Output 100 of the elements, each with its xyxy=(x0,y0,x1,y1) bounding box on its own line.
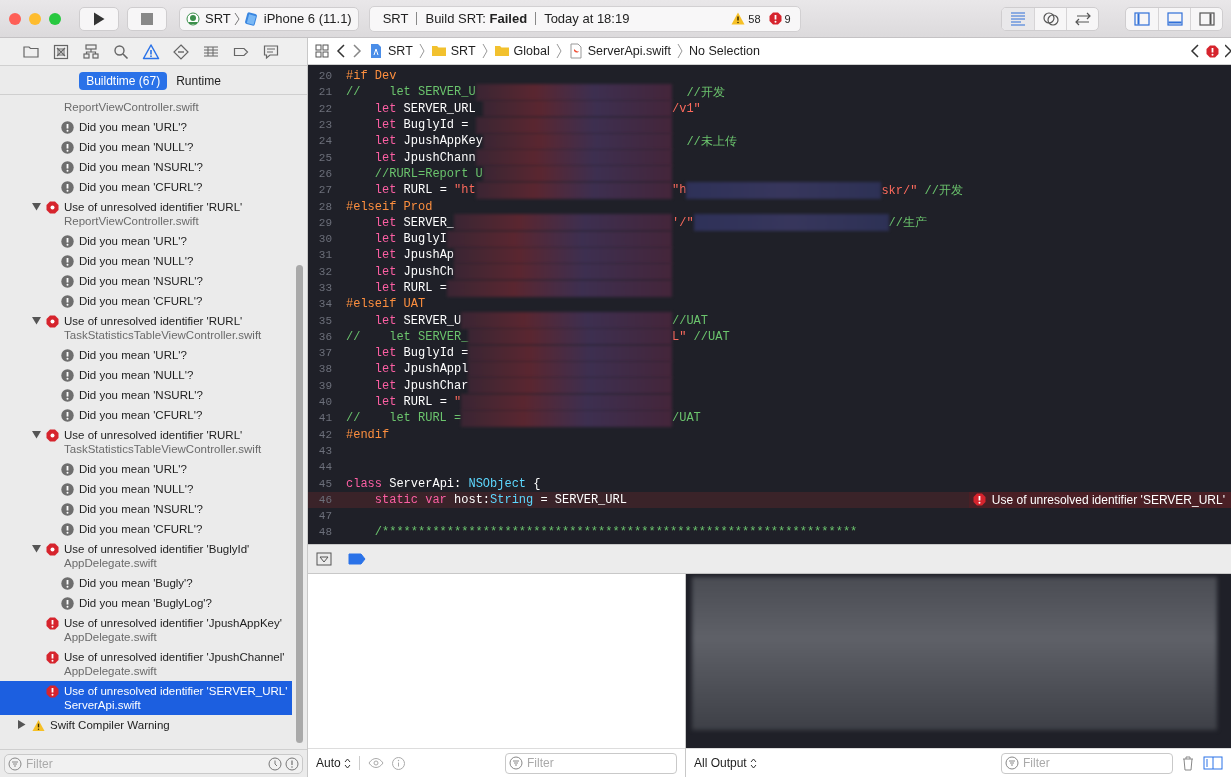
code-text: let JpushCh xyxy=(373,264,455,279)
issue-filter-tab[interactable]: Runtime xyxy=(169,72,228,90)
suggestion-item[interactable]: Did you mean 'NULL'? xyxy=(0,137,292,157)
suggestion-item[interactable]: Did you mean 'CFURL'? xyxy=(0,177,292,197)
issue-item[interactable]: Use of unresolved identifier 'SERVER_URL' ServerApi.swift xyxy=(0,681,292,715)
issue-only-icon[interactable] xyxy=(285,756,299,771)
warning-icon[interactable] xyxy=(142,42,160,61)
info-exclamation-icon xyxy=(61,577,74,590)
info-exclamation-icon xyxy=(61,483,74,496)
trash-icon[interactable] xyxy=(1181,755,1195,771)
suggestion-item[interactable]: Did you mean 'BuglyLog'? xyxy=(0,593,292,613)
suggestion-item[interactable]: Did you mean 'NSURL'? xyxy=(0,385,292,405)
suggestion-item[interactable]: Did you mean 'NULL'? xyxy=(0,479,292,499)
suggestion-item[interactable]: Did you mean 'CFURL'? xyxy=(0,405,292,425)
run-button[interactable] xyxy=(79,6,119,31)
clock-icon[interactable] xyxy=(268,756,282,771)
filter-field[interactable]: Filter xyxy=(505,752,677,774)
issue-file: TaskStatisticsTableViewController.swift xyxy=(64,328,263,342)
device-button[interactable]: iPhone 6 (11.1) xyxy=(242,11,352,26)
eye-icon[interactable] xyxy=(367,757,384,769)
hide-debug-area-icon[interactable] xyxy=(316,552,332,566)
suggestion-item[interactable]: Did you mean 'NSURL'? xyxy=(0,157,292,177)
code-text: let RURL = " xyxy=(373,395,462,410)
info-icon[interactable] xyxy=(391,756,405,770)
scope-popup[interactable]: Auto xyxy=(316,756,351,770)
suggestion-text: Did you mean 'NULL'? xyxy=(79,482,195,496)
issue-item[interactable]: Use of unresolved identifier 'JpushChannel' AppDelegate.swift xyxy=(0,647,292,681)
issue-item[interactable]: Swift Compiler Warning xyxy=(0,715,292,735)
chevron-right-icon xyxy=(481,43,488,59)
stop-button[interactable] xyxy=(127,6,167,31)
suggestion-item[interactable]: Did you mean 'URL'? xyxy=(0,117,292,137)
code-text: class ServerApi: NSObject { xyxy=(346,476,541,491)
disclosure-down-icon[interactable] xyxy=(31,315,41,325)
diamond-icon[interactable] xyxy=(172,42,190,61)
back-icon[interactable] xyxy=(336,44,346,58)
breadcrumb-item[interactable]: Global xyxy=(493,43,550,59)
line-number: 45 xyxy=(317,477,332,490)
filter-field[interactable]: Filter xyxy=(4,753,303,774)
scheme-target-button[interactable]: SRT xyxy=(186,11,231,26)
search-icon[interactable] xyxy=(112,42,130,61)
suggestion-text: Did you mean 'CFURL'? xyxy=(79,408,204,422)
issue-item[interactable]: Use of unresolved identifier 'RURL' TaskStatisticsTableViewController.swift xyxy=(0,425,292,459)
grid-icon[interactable] xyxy=(314,43,330,59)
hierarchy-icon[interactable] xyxy=(82,42,100,61)
suggestion-text: Did you mean 'NSURL'? xyxy=(79,388,204,402)
crossed-square-icon[interactable] xyxy=(52,42,70,61)
line-number: 39 xyxy=(317,379,332,392)
issue-item[interactable]: Use of unresolved identifier 'BuglyId' AppDelegate.swift xyxy=(0,539,292,573)
line-number: 46 xyxy=(317,493,332,506)
info-exclamation-icon xyxy=(61,409,74,422)
lines-icon xyxy=(1009,9,1027,28)
close-button[interactable] xyxy=(9,12,21,25)
issue-file: ServerApi.swift xyxy=(64,698,142,712)
issue-title: Use of unresolved identifier 'RURL' xyxy=(64,428,244,442)
output-popup[interactable]: All Output xyxy=(694,756,757,770)
disclosure-down-icon[interactable] xyxy=(31,543,41,553)
next-issue-icon[interactable] xyxy=(1225,44,1231,58)
suggestion-item[interactable]: Did you mean 'CFURL'? xyxy=(0,291,292,311)
issue-item[interactable]: Use of unresolved identifier 'RURL' ReportViewController.swift xyxy=(0,197,292,231)
disclosure-down-icon[interactable] xyxy=(31,429,41,439)
code-text: static var host:String = SERVER_URL xyxy=(373,492,627,507)
line-number: 21 xyxy=(317,86,332,99)
suggestion-item[interactable]: Did you mean 'URL'? xyxy=(0,231,292,251)
error-icon xyxy=(972,493,986,507)
issue-title: Use of unresolved identifier 'RURL' xyxy=(64,314,244,328)
split-panel-icon[interactable] xyxy=(1203,755,1223,771)
suggestion-item[interactable]: Did you mean 'NULL'? xyxy=(0,251,292,271)
scrollbar-thumb[interactable] xyxy=(296,265,303,743)
disclosure-right-icon[interactable] xyxy=(16,719,26,729)
code-text: let SERVER_URL xyxy=(373,101,477,116)
suggestion-text: Did you mean 'BuglyLog'? xyxy=(79,596,213,610)
suggestion-item[interactable]: Did you mean 'CFURL'? xyxy=(0,519,292,539)
previous-issue-icon[interactable] xyxy=(1190,44,1200,58)
disclosure-down-icon[interactable] xyxy=(31,201,41,211)
breadcrumb-item[interactable]: ServerApi.swift xyxy=(567,43,672,59)
breadcrumb-item[interactable]: SRT xyxy=(430,43,476,59)
breadcrumb-item[interactable]: No Selection xyxy=(689,44,760,58)
suggestion-item[interactable]: Did you mean 'NSURL'? xyxy=(0,499,292,519)
breadcrumb-item[interactable]: SRT xyxy=(368,43,413,59)
issue-file: ReportViewController.swift xyxy=(64,214,200,228)
suggestion-item[interactable]: Did you mean 'URL'? xyxy=(0,459,292,479)
forward-icon[interactable] xyxy=(352,44,362,58)
issue-item[interactable]: Use of unresolved identifier 'JpushAppKey' AppDelegate.swift xyxy=(0,613,292,647)
suggestion-text: Did you mean 'Bugly'? xyxy=(79,576,194,590)
filter-icon xyxy=(8,756,22,771)
suggestion-item[interactable]: Did you mean 'NULL'? xyxy=(0,365,292,385)
error-count: 9 xyxy=(784,12,791,25)
issue-file: AppDelegate.swift xyxy=(64,664,158,678)
breakpoint-tag-icon[interactable] xyxy=(348,553,366,565)
filter-field[interactable]: Filter xyxy=(1001,752,1173,774)
speech-bubble-icon[interactable] xyxy=(262,42,280,61)
suggestion-item[interactable]: Did you mean 'Bugly'? xyxy=(0,573,292,593)
issue-item[interactable]: Use of unresolved identifier 'RURL' TaskStatisticsTableViewController.swift xyxy=(0,311,292,345)
bottom-panel-icon xyxy=(1165,9,1184,28)
suggestion-item[interactable]: Did you mean 'URL'? xyxy=(0,345,292,365)
line-number: 38 xyxy=(317,363,332,376)
issue-filter-tab[interactable]: Buildtime (67) xyxy=(79,72,168,90)
code-text: skr/" //开发 xyxy=(881,182,964,199)
suggestion-item[interactable]: Did you mean 'NSURL'? xyxy=(0,271,292,291)
line-number: 28 xyxy=(317,200,332,213)
